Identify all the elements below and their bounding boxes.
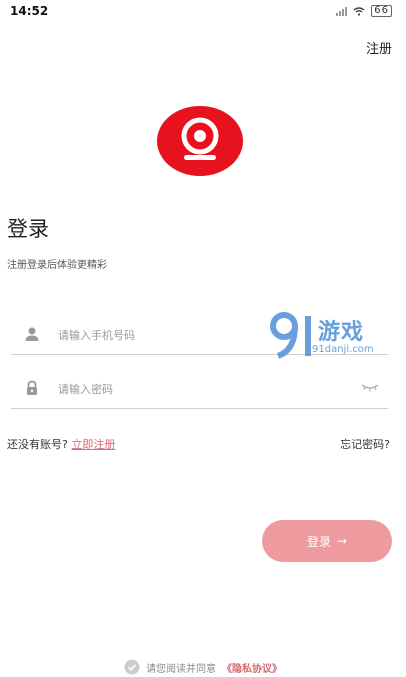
battery-icon: 66: [371, 5, 392, 17]
register-button[interactable]: 注册: [366, 38, 392, 57]
check-circle-icon[interactable]: [124, 659, 140, 675]
status-time: 14:52: [10, 4, 49, 18]
status-icons: 66: [336, 5, 392, 17]
watermark-url: 91danji.com: [312, 344, 374, 355]
watermark: 游戏 91danji.com: [268, 308, 406, 362]
watermark-brand: 游戏: [318, 320, 365, 345]
password-field: [11, 368, 388, 409]
app-logo: [157, 106, 243, 176]
no-account-text: 还没有账号?: [7, 438, 68, 451]
register-link[interactable]: 立即注册: [71, 438, 115, 451]
status-bar: 14:52 66: [0, 0, 406, 24]
agreement-text: 请您阅读并同意: [146, 663, 216, 675]
no-account-row: 还没有账号? 立即注册: [7, 436, 115, 452]
signal-icon: [336, 6, 348, 16]
agreement-row: 请您阅读并同意 《隐私协议》: [0, 659, 406, 675]
arrow-right-icon: →: [336, 534, 348, 548]
eye-closed-icon[interactable]: [360, 380, 380, 394]
page-title: 登录: [7, 217, 49, 241]
user-icon: [25, 327, 39, 341]
login-button-label: 登录: [306, 534, 331, 549]
watermark-logo: [270, 312, 311, 359]
page-subtitle: 注册登录后体验更精彩: [7, 260, 107, 271]
login-button[interactable]: 登录 →: [262, 520, 392, 562]
lock-icon: [27, 380, 37, 395]
forgot-password-link[interactable]: 忘记密码?: [340, 436, 390, 452]
privacy-policy-link[interactable]: 《隐私协议》: [222, 660, 282, 675]
password-input[interactable]: [56, 376, 340, 402]
wifi-icon: [353, 7, 365, 16]
